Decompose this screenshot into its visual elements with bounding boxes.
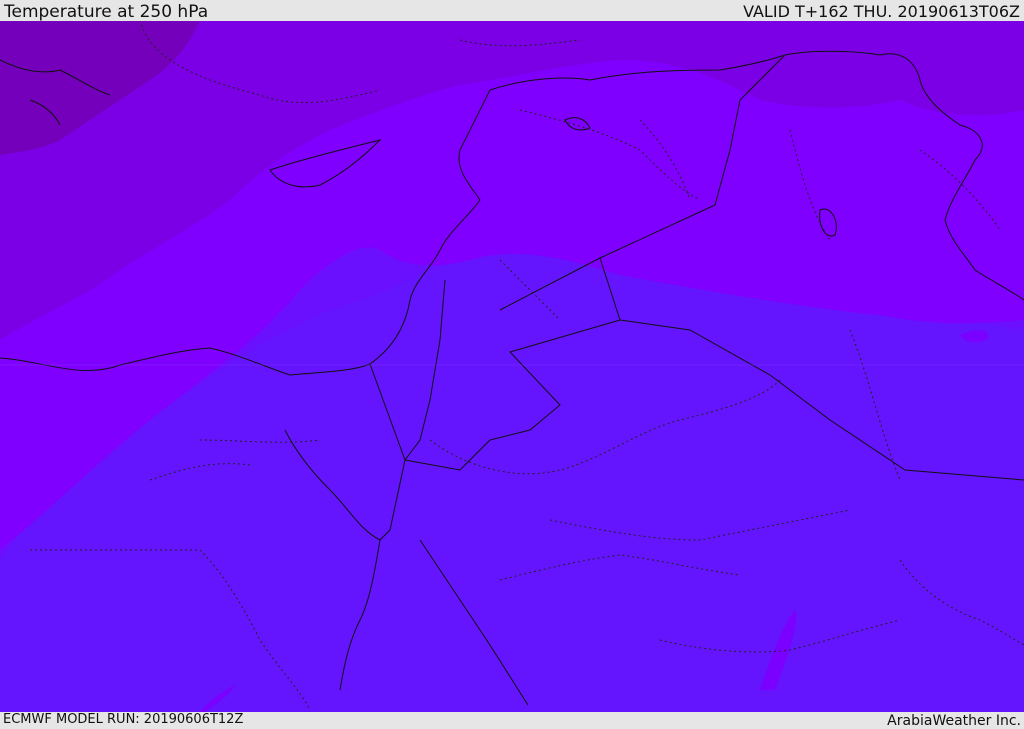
credit-label: ArabiaWeather Inc.	[887, 713, 1021, 729]
footer-bar: ECMWF MODEL RUN: 20190606T12Z ArabiaWeat…	[0, 712, 1024, 729]
header-bar: Temperature at 250 hPa VALID T+162 THU. …	[0, 0, 1024, 22]
map-title: Temperature at 250 hPa	[4, 2, 209, 22]
model-run-label: ECMWF MODEL RUN: 20190606T12Z	[3, 712, 244, 727]
map-canvas	[0, 21, 1024, 712]
valid-time: VALID T+162 THU. 20190613T06Z	[743, 2, 1020, 21]
temperature-map[interactable]	[0, 21, 1024, 712]
